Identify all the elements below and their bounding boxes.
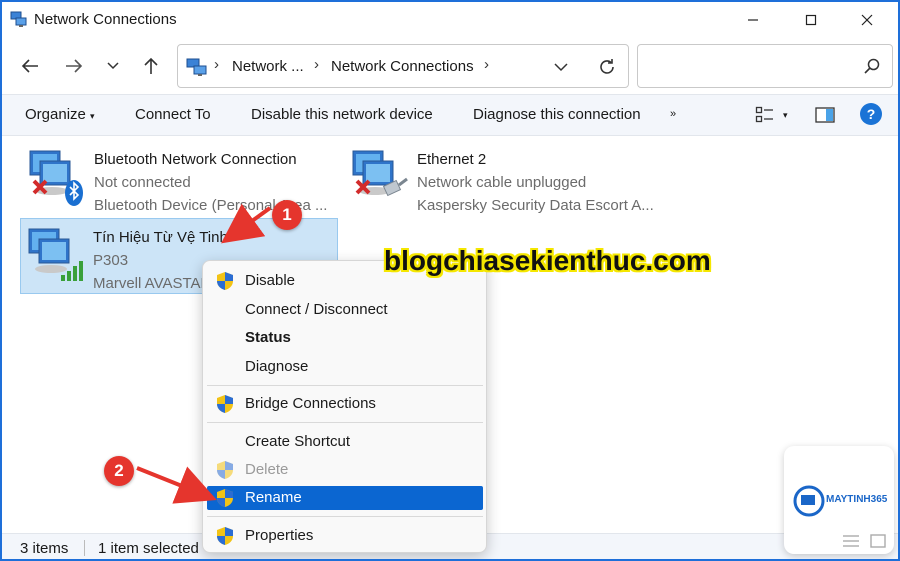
disable-device-button[interactable]: Disable this network device xyxy=(251,106,433,123)
network-adapter-bluetooth-icon xyxy=(29,150,83,206)
menu-separator xyxy=(207,385,483,386)
selected-count: 1 item selected xyxy=(98,540,199,557)
search-icon xyxy=(864,58,880,74)
minimize-icon xyxy=(748,19,758,21)
network-adapter-ethernet-icon xyxy=(352,150,408,197)
menu-item-label: Disable xyxy=(245,272,296,289)
connection-status: Network cable unplugged xyxy=(417,174,587,191)
watermark-text: blogchiasekienthuc.com xyxy=(384,245,711,276)
maytinh365-logo-icon xyxy=(793,485,825,517)
maximize-icon xyxy=(805,14,817,26)
connection-device: Marvell AVASTAR xyxy=(93,275,212,292)
menu-item-status[interactable]: Status xyxy=(207,326,483,350)
navigation-bar: › Network ... › Network Connections › xyxy=(2,38,898,94)
item-count: 3 items xyxy=(20,540,69,557)
view-options-icon[interactable] xyxy=(755,105,775,125)
connection-name: Ethernet 2 xyxy=(417,151,487,168)
network-folder-icon xyxy=(186,58,207,76)
network-adapter-wifi-icon xyxy=(28,228,83,281)
connection-status: Not connected xyxy=(94,174,191,191)
step-badge-2: 2 xyxy=(104,456,134,486)
logo-text: MAYTINH365 xyxy=(826,494,888,505)
minimize-button[interactable] xyxy=(730,2,776,38)
address-dropdown-icon[interactable] xyxy=(554,63,568,72)
network-connections-app-icon xyxy=(10,11,27,27)
maximize-button[interactable] xyxy=(788,2,834,38)
menu-item-label: Delete xyxy=(245,461,289,478)
forward-button[interactable] xyxy=(59,52,89,80)
diagnose-connection-button[interactable]: Diagnose this connection xyxy=(473,106,641,123)
chevron-down-icon xyxy=(107,62,119,70)
title-bar: Network Connections xyxy=(2,2,898,38)
window-title: Network Connections xyxy=(34,11,177,28)
menu-item-label: Diagnose xyxy=(245,358,309,375)
menu-item-properties[interactable]: Properties xyxy=(207,524,483,548)
help-icon[interactable]: ? xyxy=(860,103,882,125)
menu-item-create-shortcut[interactable]: Create Shortcut xyxy=(207,430,483,454)
connection-status: P303 xyxy=(93,252,129,269)
tile-view-icon xyxy=(870,534,886,548)
caret-down-icon: ▾ xyxy=(90,111,95,121)
menu-item-connect-disconnect[interactable]: Connect / Disconnect xyxy=(207,298,483,322)
connect-to-button[interactable]: Connect To xyxy=(135,106,211,123)
breadcrumb-separator-icon: › xyxy=(484,56,489,73)
uac-shield-icon xyxy=(217,461,233,479)
connection-name: Bluetooth Network Connection xyxy=(94,151,297,168)
back-button[interactable] xyxy=(15,52,45,80)
menu-item-label: Properties xyxy=(245,527,314,544)
organize-menu[interactable]: Organize ▾ xyxy=(25,106,95,123)
menu-item-label: Connect / Disconnect xyxy=(245,301,388,318)
breadcrumb-network-connections[interactable]: Network Connections xyxy=(331,58,474,75)
list-view-icon xyxy=(843,535,859,547)
preview-pane-icon[interactable] xyxy=(815,106,835,124)
menu-separator xyxy=(207,422,483,423)
status-divider xyxy=(84,540,85,556)
view-options-caret-icon[interactable]: ▾ xyxy=(783,110,788,121)
menu-item-label: Create Shortcut xyxy=(245,433,351,450)
search-input[interactable] xyxy=(637,44,893,88)
uac-shield-icon xyxy=(217,395,233,413)
menu-item-bridge-connections[interactable]: Bridge Connections xyxy=(207,392,483,416)
connection-device: Kaspersky Security Data Escort A... xyxy=(417,197,654,214)
up-button[interactable] xyxy=(136,52,166,80)
menu-item-label: Rename xyxy=(245,489,302,506)
list-item[interactable]: Ethernet 2 Network cable unplugged Kaspe… xyxy=(345,141,665,217)
explorer-window: Network Connections › Network ... › Netw… xyxy=(0,0,900,561)
menu-item-label: Bridge Connections xyxy=(245,395,376,412)
menu-item-delete: Delete xyxy=(207,458,483,482)
arrow-right-icon xyxy=(66,59,83,73)
menu-item-label: Status xyxy=(245,329,291,346)
context-menu: Disable Connect / Disconnect Status Diag… xyxy=(202,260,487,553)
arrow-up-icon xyxy=(144,57,158,74)
recent-locations-button[interactable] xyxy=(98,52,128,80)
uac-shield-icon xyxy=(217,272,233,290)
organize-label: Organize xyxy=(25,106,86,123)
address-bar[interactable]: › Network ... › Network Connections › xyxy=(177,44,629,88)
menu-separator xyxy=(207,516,483,517)
step-badge-1: 1 xyxy=(272,200,302,230)
command-bar: Organize ▾ Connect To Disable this netwo… xyxy=(2,94,898,136)
uac-shield-icon xyxy=(217,527,233,545)
maytinh365-logo: MAYTINH365 xyxy=(784,446,894,554)
more-commands-button[interactable]: » xyxy=(670,108,676,120)
close-icon xyxy=(861,14,873,26)
uac-shield-icon xyxy=(217,489,233,507)
connection-name: Tín Hiệu Từ Vệ Tinh xyxy=(93,229,228,246)
arrow-left-icon xyxy=(21,59,38,73)
menu-item-diagnose[interactable]: Diagnose xyxy=(207,355,483,379)
refresh-icon[interactable] xyxy=(597,57,617,77)
menu-item-rename[interactable]: Rename xyxy=(207,486,483,510)
breadcrumb-network[interactable]: Network ... xyxy=(232,58,304,75)
close-button[interactable] xyxy=(844,2,890,38)
breadcrumb-separator-icon: › xyxy=(214,56,219,73)
breadcrumb-separator-icon: › xyxy=(314,56,319,73)
